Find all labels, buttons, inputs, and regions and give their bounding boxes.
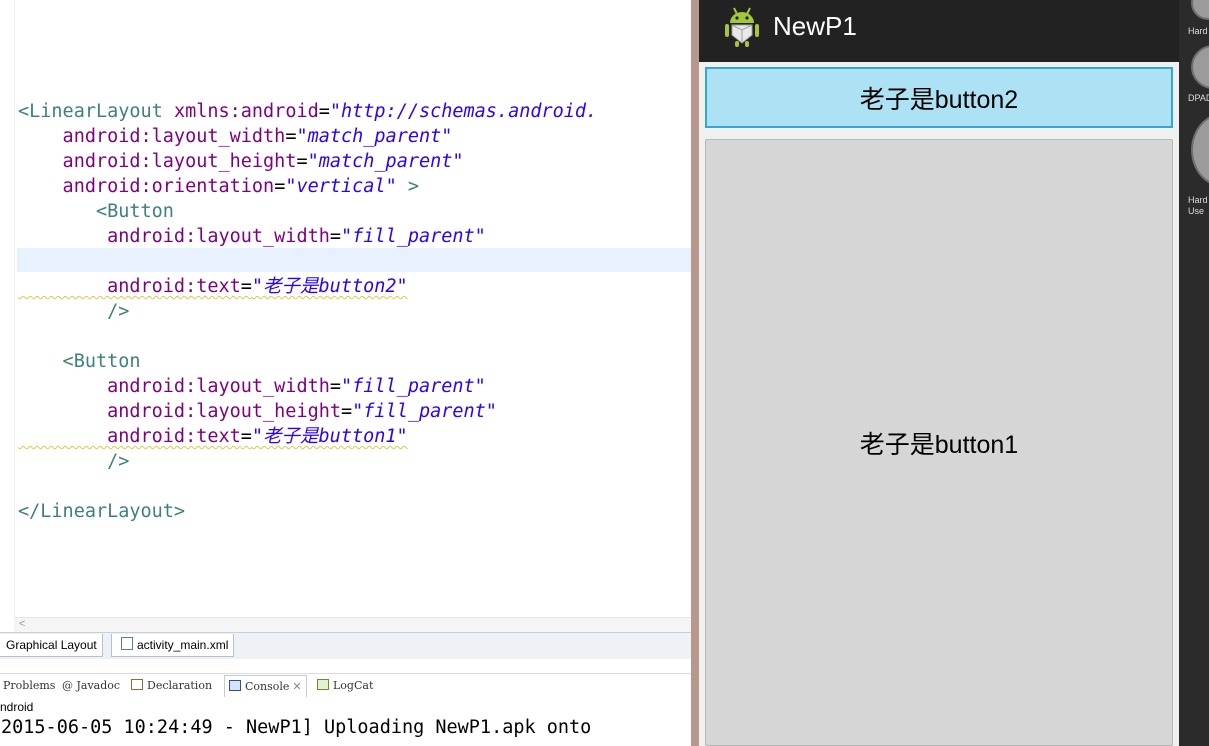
code-line[interactable]: /> <box>18 299 597 324</box>
code-token: "http://schemas.android. <box>329 101 598 122</box>
dpad-icon[interactable] <box>1191 45 1209 89</box>
code-token: "match_parent" <box>307 151 464 172</box>
use-label: Use <box>1188 206 1205 216</box>
code-token: "match_parent" <box>296 126 453 147</box>
code-line[interactable]: android:layout_width="fill_parent" <box>18 374 597 399</box>
code-line[interactable]: android:layout_height="match_parent" <box>18 149 597 174</box>
xml-file-icon <box>121 637 133 650</box>
code-token: "fill_parent" <box>341 376 486 397</box>
hardware-keyboard-icon[interactable] <box>1191 113 1209 187</box>
code-token: xmlns:android <box>173 101 319 122</box>
console-icon <box>229 680 241 691</box>
declaration-icon <box>131 679 143 690</box>
code-token: android:layout_width <box>18 226 330 247</box>
editor-gutter <box>0 0 15 617</box>
tab-javadoc[interactable]: @ Javadoc <box>62 679 120 692</box>
logcat-icon <box>317 679 329 690</box>
code-token: android:text <box>18 276 241 297</box>
code-line[interactable]: android:text="老子是button2" <box>18 274 597 299</box>
code-token: = <box>341 401 353 422</box>
code-token: <LinearLayout <box>18 101 174 122</box>
console-output-line: 2015-06-05 10:24:49 - NewP1] Uploading N… <box>1 717 592 738</box>
button1[interactable]: 老子是button1 <box>705 139 1173 746</box>
code-line[interactable]: android:orientation="vertical" > <box>18 174 597 199</box>
declaration-label: Declaration <box>147 679 213 692</box>
tab-problems[interactable]: Problems <box>3 679 55 692</box>
xml-editor[interactable]: <LinearLayout xmlns:android="http://sche… <box>0 0 691 617</box>
tab-activity-main-xml[interactable]: activity_main.xml <box>111 634 235 657</box>
code-line[interactable]: android:layout_width="match_parent" <box>18 124 597 149</box>
code-area[interactable]: <LinearLayout xmlns:android="http://sche… <box>17 24 691 524</box>
code-line[interactable]: android:layout_width="fill_parent" <box>18 224 597 249</box>
code-token: "fill_parent" <box>352 401 497 422</box>
code-line[interactable]: <Button <box>18 199 597 224</box>
android-robot-icon <box>725 7 759 47</box>
code-token: <Button <box>18 351 141 372</box>
code-token: android:layout_width <box>18 376 330 397</box>
code-line[interactable]: /> <box>18 449 597 474</box>
code-token: = <box>296 151 308 172</box>
problems-label: Problems <box>3 679 56 692</box>
hardware-label: Hard <box>1188 26 1208 36</box>
code-token: android:layout_height <box>18 151 297 172</box>
code-token: = <box>329 226 342 247</box>
emulator-screen: NewP1 老子是button2 老子是button1 <box>699 0 1179 746</box>
close-icon[interactable]: ✕ <box>292 680 301 693</box>
code-token: </LinearLayout> <box>18 501 186 522</box>
code-token: /> <box>18 451 130 472</box>
button2[interactable]: 老子是button2 <box>705 67 1173 128</box>
code-line[interactable]: </LinearLayout> <box>18 499 597 524</box>
hardware-label-2: Hard <box>1188 195 1208 205</box>
editor-tab-bar: Graphical Layout activity_main.xml <box>0 632 691 659</box>
dpad-label: DPAD <box>1188 93 1209 103</box>
code-token: "vertical" <box>285 176 397 197</box>
code-token: android:layout_width <box>18 126 286 147</box>
app-title: NewP1 <box>773 11 857 41</box>
code-token: /> <box>18 301 130 322</box>
current-line-highlight <box>17 248 691 272</box>
graphical-layout-label: Graphical Layout <box>6 638 97 652</box>
javadoc-label: @ Javadoc <box>62 679 121 692</box>
tab-console[interactable]: Console ✕ <box>224 675 307 698</box>
xml-file-label: activity_main.xml <box>137 638 229 652</box>
code-line[interactable] <box>18 324 597 349</box>
code-token: "老子是button2" <box>251 276 408 297</box>
emulator-controls-panel: Hard DPAD Hard Use <box>1179 0 1209 746</box>
console-label: Console <box>245 680 290 693</box>
code-token: = <box>240 426 252 447</box>
code-token: = <box>329 376 342 397</box>
code-line[interactable] <box>18 474 597 499</box>
code-token: "fill_parent" <box>341 226 486 247</box>
tab-declaration[interactable]: Declaration <box>131 679 212 692</box>
code-token: "老子是button1" <box>251 426 408 447</box>
code-line[interactable]: android:layout_height="fill_parent" <box>18 399 597 424</box>
hardware-button-icon[interactable] <box>1191 0 1209 20</box>
code-token: android:layout_height <box>18 401 342 422</box>
scroll-left-arrow-icon[interactable]: < <box>19 618 25 630</box>
window-divider <box>691 0 699 746</box>
tab-graphical-layout[interactable]: Graphical Layout <box>0 634 103 657</box>
code-line[interactable]: <LinearLayout xmlns:android="http://sche… <box>18 99 597 124</box>
code-token: = <box>285 126 297 147</box>
code-token: android:text <box>18 426 241 447</box>
code-token: = <box>240 276 252 297</box>
code-token: > <box>396 176 419 197</box>
code-line[interactable]: <Button <box>18 349 597 374</box>
code-token: = <box>274 176 286 197</box>
console-view: ndroid 2015-06-05 10:24:49 - NewP1] Uplo… <box>0 697 691 746</box>
action-bar: NewP1 <box>699 0 1179 62</box>
code-token: <Button <box>18 201 174 222</box>
tab-logcat[interactable]: LogCat <box>317 679 373 692</box>
logcat-label: LogCat <box>333 679 374 692</box>
console-title: ndroid <box>0 700 34 714</box>
code-line[interactable]: android:text="老子是button1" <box>18 424 597 449</box>
code-token: android:orientation <box>18 176 275 197</box>
code-token: = <box>318 101 330 122</box>
horizontal-scrollbar[interactable]: < <box>14 617 691 633</box>
view-tab-bar: Problems @ Javadoc Declaration Console ✕ … <box>0 673 691 698</box>
